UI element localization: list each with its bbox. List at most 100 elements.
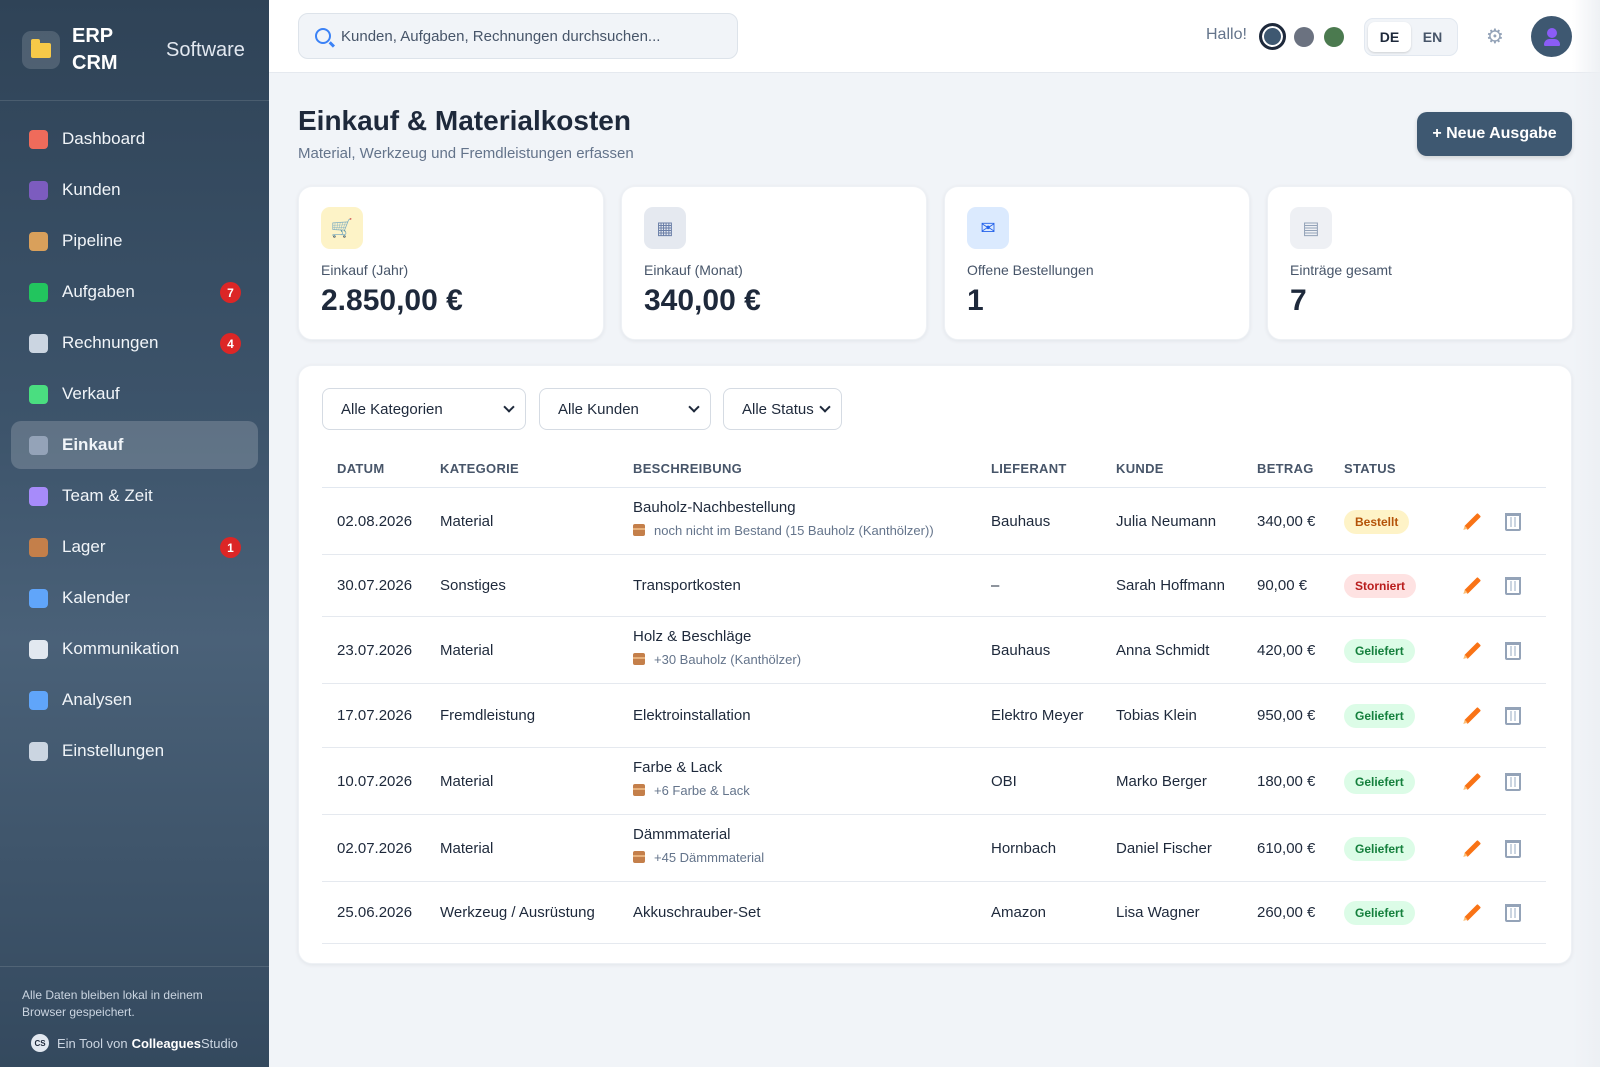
checkbox-icon (29, 282, 48, 302)
search-input[interactable] (341, 27, 721, 45)
sidebar-item-einstellungen[interactable]: Einstellungen (11, 727, 258, 775)
sidebar-item-kommunikation[interactable]: Kommunikation (11, 625, 258, 673)
edit-pencil-icon[interactable] (1462, 903, 1482, 923)
cell-description: Farbe & Lack (633, 758, 723, 776)
sidebar-item-dashboard[interactable]: Dashboard (11, 115, 258, 163)
delete-trash-icon[interactable] (1505, 904, 1521, 922)
stat-card: 🛒 Einkauf (Jahr) 2.850,00 € (298, 186, 604, 340)
table-row[interactable]: 30.07.2026 Sonstiges Transportkosten – Sarah… (322, 555, 1546, 617)
status-badge: Geliefert (1344, 769, 1415, 794)
column-header[interactable]: KATEGORIE (440, 461, 519, 476)
sidebar-item-aufgaben[interactable]: Aufgaben 7 (11, 268, 258, 316)
table-row[interactable]: 10.07.2026 Material Farbe & Lack OBI Marko B… (322, 748, 1546, 815)
new-expense-button[interactable]: + Neue Ausgabe (1417, 112, 1572, 156)
sidebar-item-team-zeit[interactable]: Team & Zeit (11, 472, 258, 520)
gear-icon[interactable]: ⚙ (1485, 27, 1505, 47)
cell-amount: 340,00 € (1257, 512, 1316, 530)
sidebar-item-einkauf[interactable]: Einkauf (11, 421, 258, 469)
stat-value: 1 (967, 284, 984, 317)
cell-category: Material (440, 641, 494, 659)
bar-chart-icon (29, 129, 48, 149)
delete-trash-icon[interactable] (1505, 707, 1521, 725)
cell-amount: 180,00 € (1257, 772, 1316, 790)
sidebar-item-label: Aufgaben (62, 282, 135, 301)
chevron-down-icon (503, 401, 515, 413)
delete-trash-icon[interactable] (1505, 839, 1521, 858)
column-header[interactable]: KUNDE (1116, 461, 1164, 476)
cell-customer: Tobias Klein (1116, 707, 1197, 724)
sidebar-item-kunden[interactable]: Kunden (11, 166, 258, 214)
cell-supplier: Amazon (991, 904, 1047, 921)
column-header[interactable]: DATUM (337, 461, 384, 476)
sidebar-item-label: Dashboard (62, 129, 146, 148)
theme-swatch-gray[interactable] (1294, 27, 1314, 47)
edit-pencil-icon[interactable] (1462, 512, 1482, 532)
edit-pencil-icon[interactable] (1462, 706, 1482, 726)
edit-pencil-icon[interactable] (1462, 576, 1482, 596)
credit[interactable]: CS Ein Tool von Colleagues Studio (31, 1034, 247, 1052)
theme-swatch-green[interactable] (1324, 27, 1344, 47)
stat-label: Offene Bestellungen (967, 262, 1094, 278)
lang-de-button[interactable]: DE (1368, 22, 1411, 52)
avatar[interactable] (1531, 16, 1572, 57)
count-badge: 7 (220, 282, 241, 303)
edit-pencil-icon[interactable] (1462, 839, 1482, 859)
edit-pencil-icon[interactable] (1462, 772, 1482, 792)
cell-category: Fremdleistung (440, 707, 536, 724)
delete-trash-icon[interactable] (1505, 577, 1521, 595)
edit-pencil-icon[interactable] (1462, 641, 1482, 661)
table-row[interactable]: 02.08.2026 Material Bauholz-Nachbestellung… (322, 488, 1546, 555)
search-box[interactable] (298, 13, 738, 59)
lang-en-button[interactable]: EN (1411, 22, 1454, 52)
sidebar-item-verkauf[interactable]: Verkauf (11, 370, 258, 418)
page-subtitle: Material, Werkzeug und Fremdleistungen e… (298, 145, 634, 162)
cell-category: Material (440, 512, 494, 530)
column-header[interactable]: STATUS (1344, 461, 1396, 476)
column-header[interactable]: BESCHREIBUNG (633, 461, 742, 476)
column-header[interactable]: LIEFERANT (991, 461, 1067, 476)
delete-trash-icon[interactable] (1505, 512, 1521, 531)
stat-card: ▦ Einkauf (Monat) 340,00 € (621, 186, 927, 340)
sidebar-item-label: Analysen (62, 690, 132, 709)
table-row[interactable]: 23.07.2026 Material Holz & Beschläge Bauhau… (322, 617, 1546, 684)
package-icon (633, 784, 645, 796)
delete-trash-icon[interactable] (1505, 641, 1521, 660)
table-row[interactable]: 02.07.2026 Material Dämmmaterial Hornbach Da… (322, 815, 1546, 882)
sidebar-item-kalender[interactable]: Kalender (11, 574, 258, 622)
cell-customer: Daniel Fischer (1116, 839, 1212, 857)
sidebar-item-analysen[interactable]: Analysen (11, 676, 258, 724)
cell-description: Holz & Beschläge (633, 627, 752, 645)
status-badge: Geliefert (1344, 901, 1415, 925)
cell-category: Material (440, 772, 494, 790)
cell-customer: Anna Schmidt (1116, 641, 1210, 659)
cell-amount: 90,00 € (1257, 577, 1308, 594)
sidebar-item-lager[interactable]: Lager 1 (11, 523, 258, 571)
column-header[interactable]: BETRAG (1257, 461, 1314, 476)
sidebar-item-label: Einkauf (62, 435, 124, 454)
sidebar-item-pipeline[interactable]: Pipeline (11, 217, 258, 265)
chevron-down-icon (819, 401, 831, 413)
sidebar-item-rechnungen[interactable]: Rechnungen 4 (11, 319, 258, 367)
count-badge: 4 (220, 333, 241, 354)
sidebar-item-label: Pipeline (62, 231, 123, 250)
table-row[interactable]: 25.06.2026 Werkzeug / Ausrüstung Akkuschra… (322, 882, 1546, 944)
count-badge: 1 (220, 537, 241, 558)
status-badge: Storniert (1344, 574, 1417, 598)
cell-amount: 420,00 € (1257, 641, 1316, 659)
status-filter[interactable]: Alle Status (723, 388, 842, 430)
brand[interactable]: ERP CRM Software (0, 0, 269, 101)
cell-supplier: – (991, 577, 1000, 594)
storage-note: Alle Daten bleiben lokal in deinem Brows… (22, 988, 203, 1019)
keyboard-icon (29, 435, 48, 455)
delete-trash-icon[interactable] (1505, 772, 1521, 791)
cell-customer: Lisa Wagner (1116, 904, 1200, 921)
cell-description: Dämmmaterial (633, 825, 731, 843)
colleagues-studio-logo-icon: CS (31, 1034, 49, 1052)
sidebar-item-label: Team & Zeit (62, 486, 153, 505)
cell-description: Transportkosten (633, 577, 741, 594)
theme-swatch-slate[interactable] (1259, 23, 1286, 50)
customer-filter[interactable]: Alle Kunden (539, 388, 711, 430)
category-filter[interactable]: Alle Kategorien (322, 388, 526, 430)
table-row[interactable]: 17.07.2026 Fremdleistung Elektroinstallati… (322, 684, 1546, 748)
shopping-cart-icon: 🛒 (321, 207, 363, 249)
